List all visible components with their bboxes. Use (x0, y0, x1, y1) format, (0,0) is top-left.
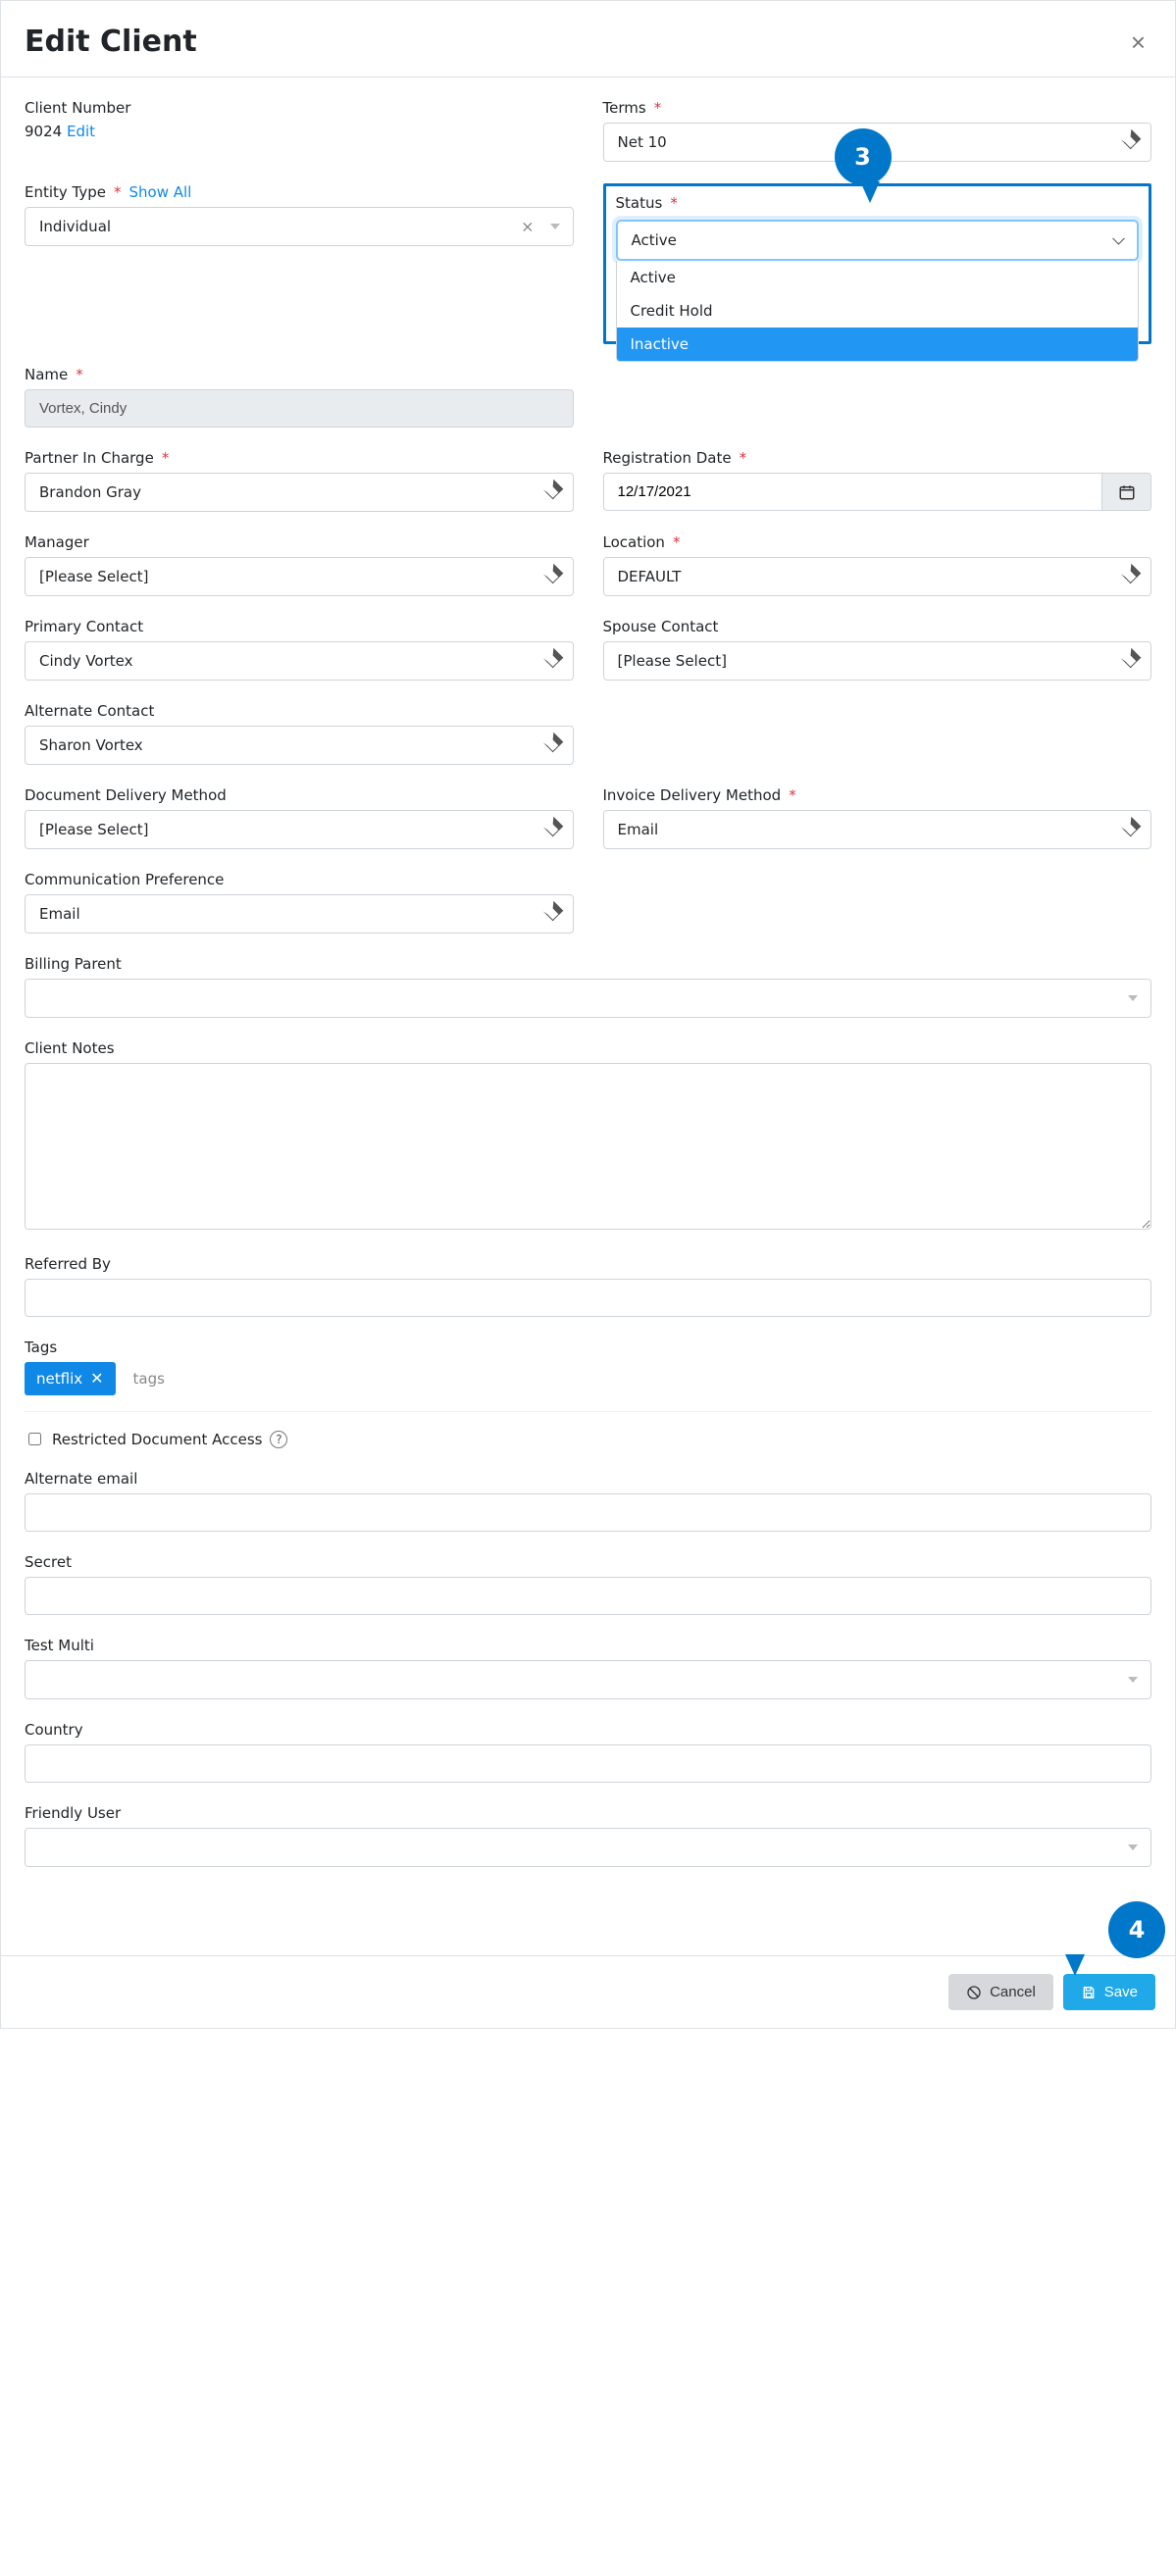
tag-remove-icon[interactable]: ✕ (90, 1371, 103, 1387)
spouse-contact-label: Spouse Contact (603, 618, 1152, 635)
partner-value: Brandon Gray (25, 473, 574, 512)
status-option-active[interactable]: Active (617, 261, 1139, 294)
name-input[interactable] (25, 389, 574, 428)
callout-pointer-4 (1065, 1954, 1085, 1976)
spouse-contact-select[interactable]: [Please Select] (603, 641, 1152, 681)
entity-type-clear-icon[interactable]: × (521, 218, 534, 236)
tags-row[interactable]: netflix ✕ tags (25, 1362, 1151, 1395)
test-multi-label: Test Multi (25, 1637, 1151, 1654)
country-input[interactable] (25, 1744, 1151, 1783)
dialog-footer: 4 Cancel Save (1, 1955, 1175, 2028)
restricted-access-label: Restricted Document Access (52, 1431, 262, 1448)
dialog-header: Edit Client × (1, 1, 1175, 76)
help-icon[interactable]: ? (270, 1431, 287, 1448)
client-number-label: Client Number (25, 99, 574, 117)
alternate-contact-select[interactable]: Sharon Vortex (25, 726, 574, 765)
client-number-text: 9024 (25, 123, 62, 140)
primary-contact-value: Cindy Vortex (25, 641, 574, 681)
invoice-delivery-select[interactable]: Email (603, 810, 1152, 849)
entity-type-value: Individual (25, 207, 574, 246)
dialog-title: Edit Client (25, 25, 197, 59)
manager-label: Manager (25, 533, 574, 551)
test-multi-value (25, 1660, 1151, 1699)
save-icon (1081, 1985, 1097, 2000)
partner-select[interactable]: Brandon Gray (25, 473, 574, 512)
location-value: DEFAULT (603, 557, 1152, 596)
callout-badge-4: 4 (1108, 1901, 1165, 1958)
tag-text: netflix (36, 1370, 82, 1388)
invoice-delivery-value: Email (603, 810, 1152, 849)
registration-date-group (603, 473, 1152, 511)
registration-date-label: Registration Date* (603, 449, 1152, 467)
calendar-icon (1118, 483, 1136, 501)
save-label: Save (1104, 1984, 1138, 2000)
status-dropdown: Active Credit Hold Inactive (616, 261, 1140, 362)
comm-pref-select[interactable]: Email (25, 894, 574, 934)
friendly-user-select[interactable] (25, 1828, 1151, 1867)
billing-parent-select[interactable] (25, 979, 1151, 1018)
entity-type-showall-link[interactable]: Show All (129, 183, 192, 201)
callout-badge-3: 3 (835, 128, 892, 185)
manager-select[interactable]: [Please Select] (25, 557, 574, 596)
client-number-value: 9024 Edit (25, 123, 574, 140)
calendar-button[interactable] (1101, 473, 1151, 511)
entity-type-label: Entity Type* Show All (25, 183, 574, 201)
divider (25, 1411, 1151, 1412)
client-number-edit-link[interactable]: Edit (67, 123, 95, 140)
status-option-inactive[interactable]: Inactive (617, 328, 1139, 361)
edit-client-dialog: Edit Client × Client Number 9024 Edit Te… (0, 0, 1176, 2029)
cancel-label: Cancel (990, 1984, 1036, 2000)
friendly-user-label: Friendly User (25, 1804, 1151, 1822)
comm-pref-label: Communication Preference (25, 871, 574, 888)
doc-delivery-label: Document Delivery Method (25, 786, 574, 804)
close-icon[interactable]: × (1125, 29, 1151, 55)
doc-delivery-select[interactable]: [Please Select] (25, 810, 574, 849)
billing-parent-value (25, 979, 1151, 1018)
status-option-credit-hold[interactable]: Credit Hold (617, 294, 1139, 328)
alternate-email-input[interactable] (25, 1493, 1151, 1532)
secret-input[interactable] (25, 1577, 1151, 1615)
referred-by-label: Referred By (25, 1255, 1151, 1273)
cancel-icon (966, 1985, 982, 2000)
invoice-delivery-label: Invoice Delivery Method* (603, 786, 1152, 804)
test-multi-select[interactable] (25, 1660, 1151, 1699)
referred-by-input[interactable] (25, 1279, 1151, 1317)
alternate-contact-value: Sharon Vortex (25, 726, 574, 765)
name-label: Name* (25, 366, 574, 383)
country-label: Country (25, 1721, 1151, 1739)
restricted-access-checkbox[interactable] (28, 1433, 41, 1445)
billing-parent-label: Billing Parent (25, 955, 1151, 973)
restricted-access-row: Restricted Document Access ? (25, 1430, 1151, 1448)
location-select[interactable]: DEFAULT (603, 557, 1152, 596)
alternate-email-label: Alternate email (25, 1470, 1151, 1488)
tags-placeholder: tags (133, 1370, 165, 1388)
location-label: Location* (603, 533, 1152, 551)
primary-contact-label: Primary Contact (25, 618, 574, 635)
status-current-value: Active (616, 220, 1140, 261)
terms-label: Terms* (603, 99, 1152, 117)
secret-label: Secret (25, 1553, 1151, 1571)
entity-type-select[interactable]: Individual × (25, 207, 574, 246)
registration-date-input[interactable] (603, 473, 1102, 511)
client-notes-label: Client Notes (25, 1039, 1151, 1057)
doc-delivery-value: [Please Select] (25, 810, 574, 849)
partner-label: Partner In Charge* (25, 449, 574, 467)
spouse-contact-value: [Please Select] (603, 641, 1152, 681)
primary-contact-select[interactable]: Cindy Vortex (25, 641, 574, 681)
status-highlight-box: Status* Active Active Credit Hold Inacti… (603, 183, 1152, 344)
comm-pref-value: Email (25, 894, 574, 934)
alternate-contact-label: Alternate Contact (25, 702, 574, 720)
tags-label: Tags (25, 1339, 1151, 1356)
manager-value: [Please Select] (25, 557, 574, 596)
cancel-button[interactable]: Cancel (948, 1974, 1053, 2010)
client-notes-textarea[interactable] (25, 1063, 1151, 1230)
status-select[interactable]: Active Active Credit Hold Inactive (616, 220, 1140, 261)
tag-pill-netflix: netflix ✕ (25, 1362, 116, 1395)
save-button[interactable]: Save (1063, 1974, 1155, 2010)
friendly-user-value (25, 1828, 1151, 1867)
